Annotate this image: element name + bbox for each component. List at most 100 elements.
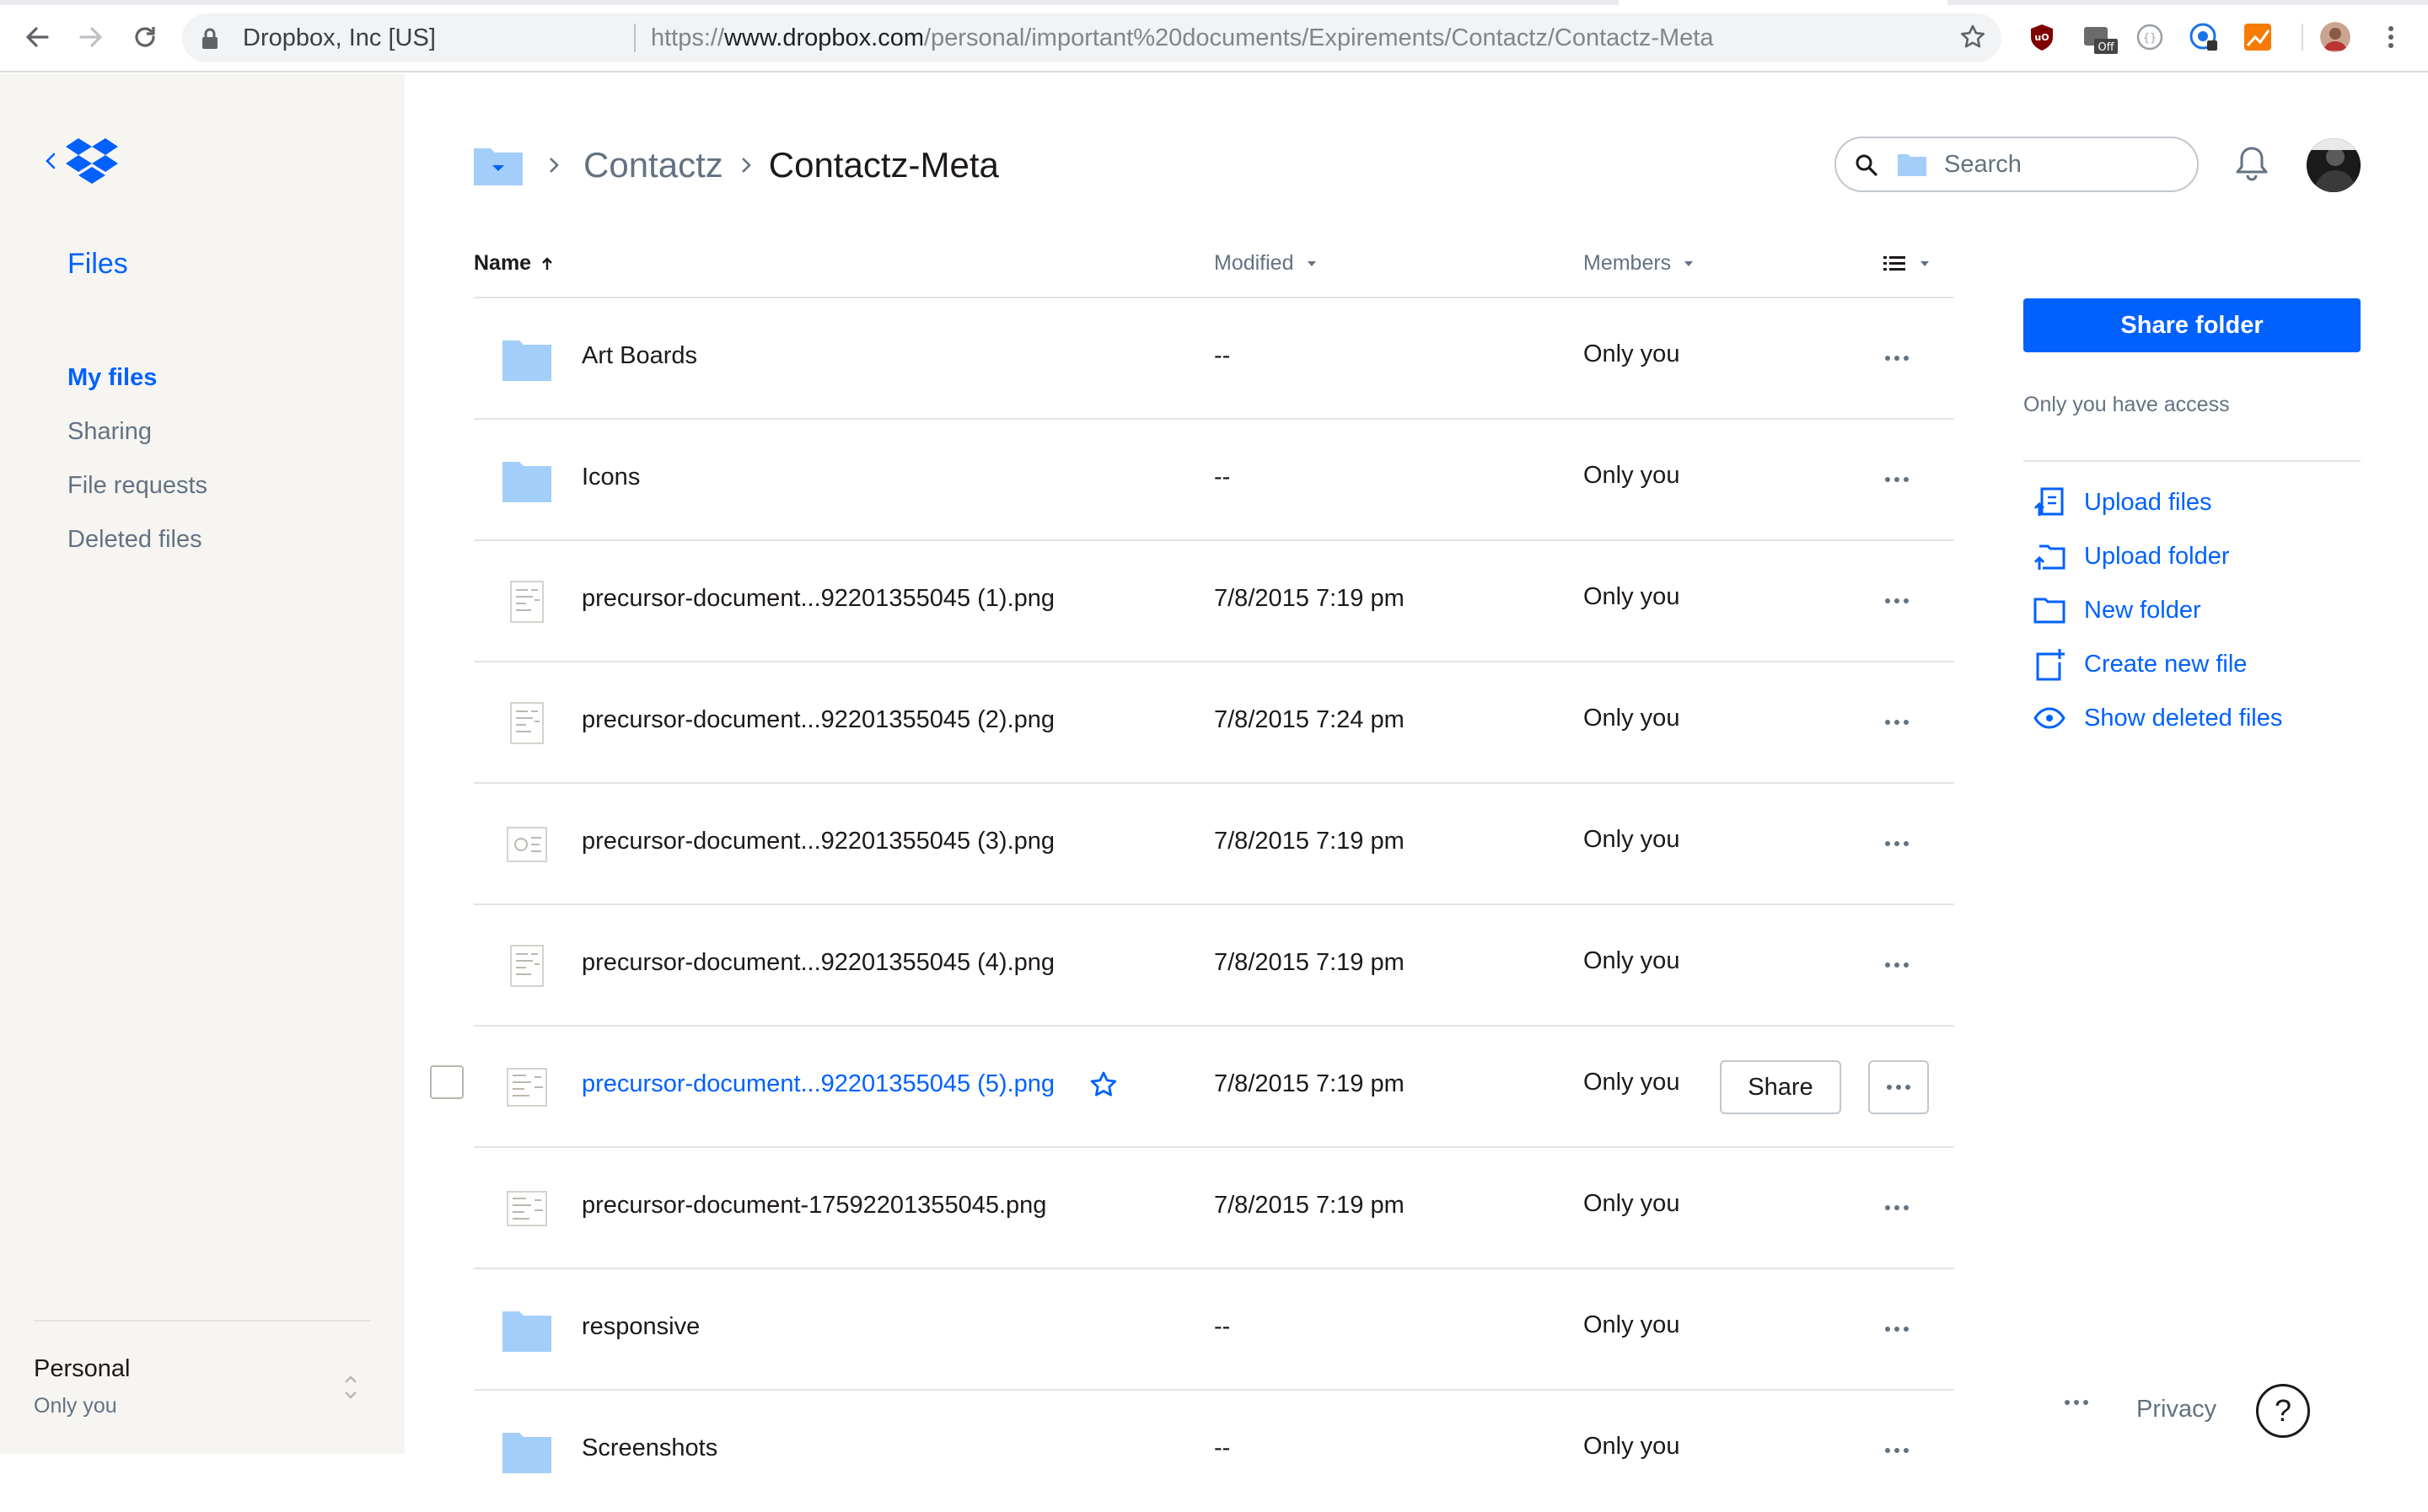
caret-down-icon xyxy=(1684,260,1694,266)
search-icon xyxy=(1855,153,1878,177)
file-name[interactable]: Art Boards xyxy=(582,342,697,370)
more-options-icon[interactable] xyxy=(1880,588,1914,614)
file-members: Only you xyxy=(1583,705,1680,732)
create-file-icon xyxy=(2032,647,2067,681)
search-placeholder: Search xyxy=(1944,151,2022,178)
help-button[interactable]: ? xyxy=(2256,1384,2310,1438)
table-row[interactable]: Art Boards -- Only you xyxy=(474,298,1954,420)
collapse-chevron-icon[interactable] xyxy=(44,151,57,171)
right-panel-divider xyxy=(2023,460,2361,462)
breadcrumb-current: Contactz-Meta xyxy=(768,145,999,185)
file-name[interactable]: responsive xyxy=(582,1313,700,1341)
file-name[interactable]: precursor-document...92201355045 (3).png xyxy=(582,828,1055,855)
address-bar[interactable]: Dropbox, Inc [US] https://www.dropbox.co… xyxy=(182,13,2001,62)
table-row[interactable]: precursor-document...92201355045 (2).png… xyxy=(474,662,1954,784)
upload-files-action[interactable]: Upload files xyxy=(2032,475,2282,529)
sidebar: Files My files Sharing File requests Del… xyxy=(0,74,405,1454)
table-row[interactable]: precursor-document...92201355045 (4).png… xyxy=(474,905,1954,1027)
account-name[interactable]: Personal xyxy=(34,1355,130,1383)
more-options-icon[interactable] xyxy=(1880,1316,1914,1342)
more-options-icon[interactable] xyxy=(1868,1060,1929,1114)
search-input[interactable]: Search xyxy=(1834,137,2199,192)
file-name[interactable]: precursor-document...92201355045 (1).png xyxy=(582,585,1055,613)
privacy-link[interactable]: Privacy xyxy=(2136,1396,2216,1424)
row-select-checkbox[interactable] xyxy=(430,1065,464,1099)
sidebar-item-my-files[interactable]: My files xyxy=(67,351,207,405)
breadcrumb-chevron-icon xyxy=(546,153,561,177)
extension-badge-icon[interactable]: Off xyxy=(2082,22,2118,54)
row-share-button[interactable]: Share xyxy=(1720,1060,1841,1114)
sidebar-title[interactable]: Files xyxy=(67,248,128,281)
sidebar-item-file-requests[interactable]: File requests xyxy=(67,458,207,512)
more-options-icon[interactable] xyxy=(1880,1195,1914,1220)
reload-icon[interactable] xyxy=(126,19,164,56)
file-modified: 7/8/2015 7:24 pm xyxy=(1214,706,1405,733)
password-manager-icon[interactable] xyxy=(2189,22,2219,52)
notifications-bell-icon[interactable] xyxy=(2234,145,2270,182)
bookmark-star-icon[interactable] xyxy=(1959,24,1986,51)
dropbox-logo[interactable] xyxy=(44,137,120,185)
lock-icon xyxy=(201,28,219,50)
more-options-icon[interactable] xyxy=(1880,1438,1914,1463)
sidebar-item-deleted-files[interactable]: Deleted files xyxy=(67,512,207,566)
more-options-icon[interactable] xyxy=(1880,831,1914,856)
table-row[interactable]: precursor-document...92201355045 (3).png… xyxy=(474,784,1954,905)
breadcrumb-chevron-icon xyxy=(739,153,754,177)
file-modified: -- xyxy=(1214,342,1231,369)
file-name[interactable]: precursor-document...92201355045 (4).png xyxy=(582,949,1055,977)
account-switch-icon[interactable] xyxy=(341,1370,361,1404)
table-row-hovered[interactable]: precursor-document...92201355045 (5).png… xyxy=(474,1027,1954,1148)
file-name[interactable]: precursor-document...92201355045 (5).png xyxy=(582,1070,1055,1098)
folder-icon xyxy=(501,455,553,506)
new-folder-icon xyxy=(2032,593,2067,627)
breadcrumb-contactz[interactable]: Contactz xyxy=(583,145,723,185)
ublock-icon[interactable]: uO xyxy=(2027,22,2057,52)
more-options-icon[interactable] xyxy=(1880,710,1914,735)
new-folder-action[interactable]: New folder xyxy=(2032,583,2282,637)
upload-folder-action[interactable]: Upload folder xyxy=(2032,529,2282,583)
table-row[interactable]: responsive -- Only you xyxy=(474,1269,1954,1391)
profile-avatar-icon[interactable] xyxy=(2320,22,2350,52)
column-header-modified[interactable]: Modified xyxy=(1214,251,1319,276)
table-row[interactable]: precursor-document...92201355045 (1).png… xyxy=(474,541,1954,662)
list-view-icon xyxy=(1883,256,1905,271)
browser-toolbar: Dropbox, Inc [US] https://www.dropbox.co… xyxy=(0,0,2428,72)
more-options-icon[interactable] xyxy=(1880,952,1914,978)
sidebar-item-sharing[interactable]: Sharing xyxy=(67,405,207,458)
image-thumbnail-icon xyxy=(501,698,553,748)
star-favorite-icon[interactable] xyxy=(1089,1070,1118,1099)
back-icon[interactable] xyxy=(19,19,56,56)
svg-text:Off: Off xyxy=(2098,41,2114,54)
column-header-members[interactable]: Members xyxy=(1583,251,1696,276)
table-row[interactable]: Icons -- Only you xyxy=(474,420,1954,541)
file-name[interactable]: precursor-document...92201355045 (2).png xyxy=(582,706,1055,734)
code-extension-icon[interactable]: {} xyxy=(2135,22,2165,52)
upload-files-icon xyxy=(2032,485,2067,519)
column-header-name[interactable]: Name xyxy=(474,251,555,276)
browser-menu-icon[interactable] xyxy=(2376,22,2406,52)
footer-more-icon[interactable] xyxy=(2064,1399,2089,1406)
root-folder-icon[interactable] xyxy=(472,143,524,187)
table-row[interactable]: precursor-document-17592201355045.png 7/… xyxy=(474,1148,1954,1269)
svg-text:{}: {} xyxy=(2143,32,2157,45)
user-avatar[interactable] xyxy=(2307,138,2361,192)
view-options-button[interactable] xyxy=(1882,253,1932,275)
forward-icon[interactable] xyxy=(73,19,110,56)
file-members: Only you xyxy=(1583,1069,1680,1096)
show-deleted-files-action[interactable]: Show deleted files xyxy=(2032,691,2282,745)
file-name[interactable]: Icons xyxy=(582,464,640,491)
file-name[interactable]: precursor-document-17592201355045.png xyxy=(582,1192,1046,1220)
table-row[interactable]: Screenshots -- Only you xyxy=(474,1391,1954,1512)
more-options-icon[interactable] xyxy=(1880,467,1914,492)
sort-ascending-icon xyxy=(542,256,552,270)
create-new-file-action[interactable]: Create new file xyxy=(2032,637,2282,691)
tab-strip-right xyxy=(1947,0,2428,5)
image-thumbnail-icon xyxy=(501,576,553,627)
folder-icon xyxy=(501,1305,553,1355)
share-folder-button[interactable]: Share folder xyxy=(2023,298,2361,352)
file-name[interactable]: Screenshots xyxy=(582,1434,717,1462)
analytics-extension-icon[interactable] xyxy=(2243,22,2273,52)
image-thumbnail-icon xyxy=(501,1183,553,1234)
more-options-icon[interactable] xyxy=(1880,346,1914,371)
url-text: https://www.dropbox.com/personal/importa… xyxy=(651,24,1714,51)
